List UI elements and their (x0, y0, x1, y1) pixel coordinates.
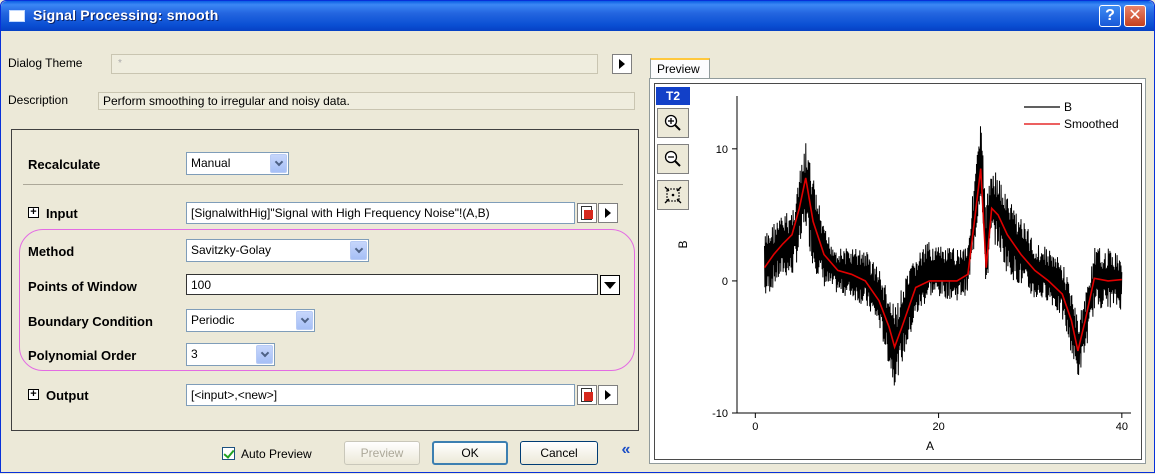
polynomial-order-select[interactable]: 3 (186, 343, 275, 366)
recalculate-select[interactable]: Manual (186, 152, 289, 175)
method-value: Savitzky-Golay (191, 243, 272, 257)
method-label: Method (28, 244, 75, 259)
zoom-out-icon[interactable] (657, 144, 689, 174)
title-bar[interactable]: Signal Processing: smooth ? ✕ (1, 1, 1154, 31)
arrow-right-icon (605, 208, 611, 218)
auto-preview-label[interactable]: Auto Preview (241, 447, 312, 461)
polynomial-order-label: Polynomial Order (28, 348, 137, 363)
points-of-window-field[interactable]: 100 (186, 274, 598, 295)
boundary-condition-label: Boundary Condition (28, 314, 153, 329)
chevron-down-icon[interactable] (270, 154, 287, 173)
preview-button[interactable]: Preview (344, 441, 420, 465)
arrow-right-icon (619, 59, 625, 69)
help-button[interactable]: ? (1099, 5, 1121, 27)
boundary-condition-value: Periodic (191, 313, 235, 327)
auto-preview-checkbox[interactable] (222, 447, 235, 460)
points-dropdown-button[interactable] (600, 275, 620, 295)
dialog-theme-label: Dialog Theme (8, 56, 83, 70)
method-select[interactable]: Savitzky-Golay (186, 239, 369, 262)
dialog-window: Signal Processing: smooth ? ✕ Dialog The… (0, 0, 1155, 473)
chevron-down-icon[interactable] (256, 345, 273, 364)
description-label: Description (8, 93, 69, 107)
ok-button[interactable]: OK (432, 441, 508, 465)
select-range-icon[interactable] (577, 203, 597, 223)
expand-input-icon[interactable]: + (28, 207, 39, 218)
dialog-theme-field[interactable]: * (111, 54, 598, 74)
recalculate-label: Recalculate (28, 157, 101, 172)
window-title: Signal Processing: smooth (33, 7, 219, 23)
recalculate-value: Manual (191, 156, 231, 170)
rescale-icon[interactable] (657, 180, 689, 210)
cancel-button[interactable]: Cancel (520, 441, 598, 465)
output-label: Output (46, 388, 89, 403)
polynomial-order-value: 3 (191, 347, 198, 361)
output-menu-button[interactable] (598, 385, 618, 405)
tab-preview[interactable]: Preview (650, 58, 710, 79)
select-output-icon[interactable] (577, 385, 597, 405)
divider (23, 184, 623, 185)
chevron-down-icon[interactable] (296, 311, 313, 330)
zoom-in-icon[interactable] (657, 108, 689, 138)
points-of-window-label: Points of Window (28, 279, 137, 294)
collapse-panel-button[interactable]: « (616, 441, 636, 461)
input-range-field[interactable]: [SignalwithHig]"Signal with High Frequen… (186, 202, 575, 224)
preview-graph-area (654, 83, 1142, 460)
theme-menu-button[interactable] (612, 54, 632, 74)
chevron-down-icon[interactable] (350, 241, 367, 260)
expand-output-icon[interactable]: + (28, 389, 39, 400)
output-range-field[interactable]: [<input>,<new>] (186, 384, 575, 406)
window-icon (9, 10, 25, 22)
close-button[interactable]: ✕ (1124, 5, 1146, 27)
description-text: Perform smoothing to irregular and noisy… (98, 92, 635, 110)
boundary-condition-select[interactable]: Periodic (186, 309, 315, 332)
layer-indicator[interactable]: T2 (656, 87, 690, 105)
triangle-down-icon (604, 281, 616, 289)
input-menu-button[interactable] (598, 203, 618, 223)
arrow-right-icon (605, 390, 611, 400)
input-label: Input (46, 206, 78, 221)
